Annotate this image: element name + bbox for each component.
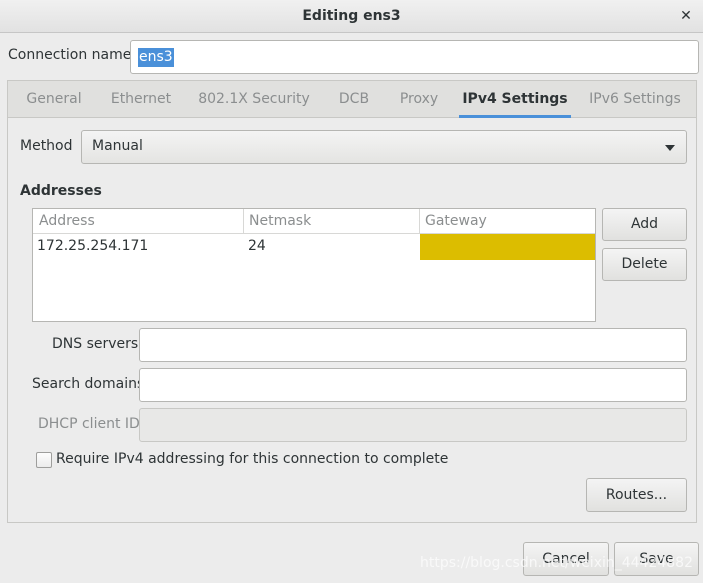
method-label: Method — [20, 138, 73, 154]
connection-name-value: ens3 — [138, 48, 174, 67]
method-value: Manual — [92, 138, 143, 154]
tab-dcb[interactable]: DCB — [329, 81, 379, 118]
tab-ethernet[interactable]: Ethernet — [102, 81, 180, 118]
dns-servers-label: DNS servers — [52, 336, 139, 352]
delete-button[interactable]: Delete — [602, 248, 687, 281]
chevron-down-icon — [665, 145, 675, 151]
column-divider — [419, 209, 420, 234]
dhcp-client-id-field — [139, 408, 687, 442]
require-ipv4-checkbox[interactable] — [36, 452, 52, 468]
column-header-netmask[interactable]: Netmask — [243, 209, 419, 234]
close-icon[interactable]: ✕ — [676, 6, 696, 26]
tab-ipv6-settings[interactable]: IPv6 Settings — [582, 81, 688, 118]
require-ipv4-label[interactable]: Require IPv4 addressing for this connect… — [56, 451, 448, 467]
column-header-address[interactable]: Address — [33, 209, 243, 234]
connection-name-field[interactable]: ens3 — [130, 40, 699, 74]
method-dropdown[interactable]: Manual — [81, 130, 687, 164]
add-button[interactable]: Add — [602, 208, 687, 241]
dhcp-client-id-label: DHCP client ID — [38, 416, 140, 432]
gateway-cell[interactable] — [420, 234, 595, 260]
search-domains-label: Search domains — [32, 376, 145, 392]
column-divider — [243, 209, 244, 234]
tab-ipv4-settings[interactable]: IPv4 Settings — [459, 81, 571, 118]
window-title: Editing ens3 — [302, 8, 401, 24]
tab-proxy[interactable]: Proxy — [391, 81, 447, 118]
watermark: https://blog.csdn.net/weixin_44424882 — [419, 555, 693, 571]
addresses-heading: Addresses — [20, 183, 102, 199]
table-row[interactable]: 172.25.254.171 24 — [33, 234, 595, 260]
routes-button[interactable]: Routes... — [586, 478, 687, 512]
netmask-cell[interactable]: 24 — [248, 238, 266, 254]
tab-general[interactable]: General — [16, 81, 92, 118]
dns-servers-field[interactable] — [139, 328, 687, 362]
connection-name-label: Connection name — [8, 47, 132, 63]
tab-8021x-security[interactable]: 802.1X Security — [192, 81, 316, 118]
column-header-gateway[interactable]: Gateway — [419, 209, 595, 234]
search-domains-field[interactable] — [139, 368, 687, 402]
address-cell[interactable]: 172.25.254.171 — [37, 238, 148, 254]
